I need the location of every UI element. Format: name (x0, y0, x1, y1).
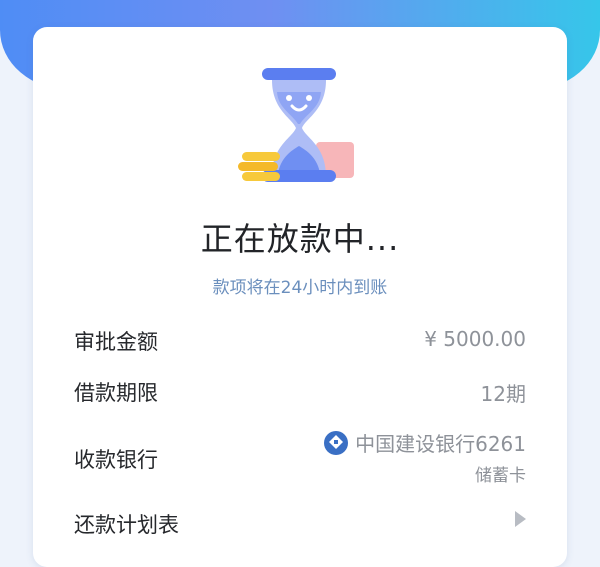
approved-amount-value: ¥ 5000.00 (424, 327, 526, 351)
loan-term-value: 12期 (480, 382, 526, 406)
receiving-bank-value: 中国建设银行6261 (323, 428, 526, 457)
status-title: 正在放款中... (200, 220, 400, 258)
ccb-bank-icon (324, 430, 349, 455)
chevron-right-icon[interactable] (515, 511, 526, 527)
card-type: 储蓄卡 (475, 466, 526, 486)
hourglass-illustration-icon (238, 68, 354, 182)
status-subtitle: 款项将在24小时内到账 (212, 278, 388, 298)
bank-name: 中国建设银行6261 (355, 432, 526, 456)
receiving-bank-label: 收款银行 (74, 448, 158, 472)
approved-amount-label: 审批金额 (74, 330, 158, 354)
repayment-schedule-label[interactable]: 还款计划表 (74, 509, 179, 539)
loan-term-label: 借款期限 (74, 381, 158, 405)
